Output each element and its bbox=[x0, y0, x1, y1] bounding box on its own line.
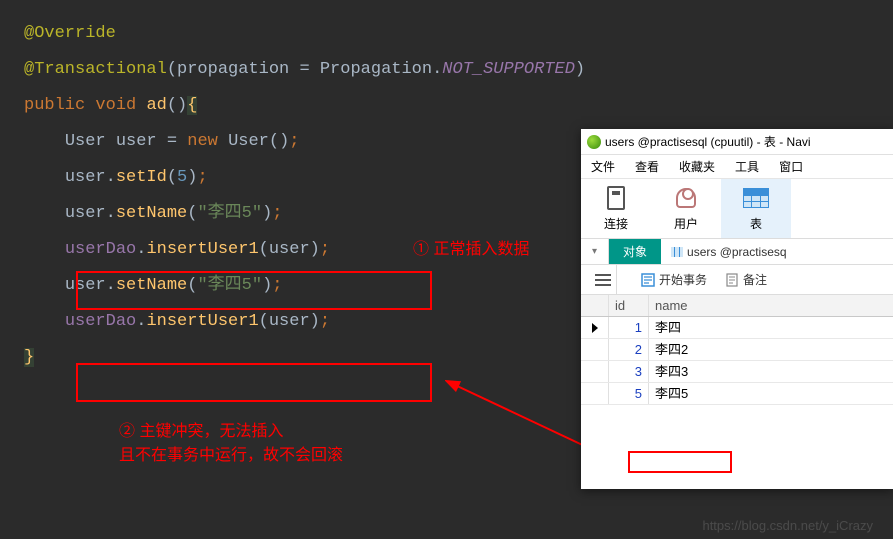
app-icon bbox=[587, 135, 601, 149]
watermark: https://blog.csdn.net/y_iCrazy bbox=[702, 518, 873, 533]
hamburger-button[interactable] bbox=[589, 265, 617, 294]
hamburger-icon bbox=[595, 274, 611, 286]
connection-icon bbox=[607, 186, 625, 210]
memo-button[interactable]: 备注 bbox=[725, 271, 767, 288]
table-row[interactable]: 2 李四2 bbox=[581, 339, 893, 361]
tab-objects[interactable]: 对象 bbox=[609, 239, 661, 264]
data-grid[interactable]: id name 1 李四 2 李四2 3 李四3 5 李四5 bbox=[581, 295, 893, 405]
tx-icon bbox=[641, 273, 655, 287]
navicat-window: users @practisesql (cpuutil) - 表 - Navi … bbox=[581, 129, 893, 489]
tabs-chevron[interactable]: ▾ bbox=[581, 239, 609, 264]
window-titlebar: users @practisesql (cpuutil) - 表 - Navi bbox=[581, 129, 893, 155]
col-id[interactable]: id bbox=[609, 295, 649, 316]
menu-bar: 文件 查看 收藏夹 工具 窗口 bbox=[581, 155, 893, 179]
current-row-marker-icon bbox=[592, 323, 598, 333]
grid-header: id name bbox=[581, 295, 893, 317]
toolbar-table-button[interactable]: 表 bbox=[721, 179, 791, 238]
window-title: users @practisesql (cpuutil) - 表 - Navi bbox=[605, 129, 811, 155]
table-row[interactable]: 3 李四3 bbox=[581, 361, 893, 383]
table-small-icon bbox=[671, 247, 683, 257]
annotation-note-1: ① 正常插入数据 bbox=[413, 235, 529, 259]
closing-brace: } bbox=[24, 348, 34, 367]
tab-users-table[interactable]: users @practisesq bbox=[661, 239, 797, 264]
toolbar-connection-button[interactable]: 连接 bbox=[581, 179, 651, 238]
user-icon bbox=[676, 188, 696, 208]
menu-tool[interactable]: 工具 bbox=[735, 155, 759, 178]
table-icon bbox=[743, 188, 769, 208]
annotation-override: @Override bbox=[24, 24, 116, 43]
sub-toolbar: 开始事务 备注 bbox=[581, 265, 893, 295]
main-toolbar: 连接 用户 表 bbox=[581, 179, 893, 239]
col-name[interactable]: name bbox=[649, 295, 893, 316]
menu-file[interactable]: 文件 bbox=[591, 155, 615, 178]
annotation-note-2: ② 主键冲突，无法插入 且不在事务中运行，故不会回滚 bbox=[119, 420, 343, 468]
annotation-transactional: @Transactional bbox=[24, 60, 167, 79]
menu-view[interactable]: 查看 bbox=[635, 155, 659, 178]
begin-tx-button[interactable]: 开始事务 bbox=[641, 271, 707, 288]
menu-window[interactable]: 窗口 bbox=[779, 155, 803, 178]
menu-fav[interactable]: 收藏夹 bbox=[679, 155, 715, 178]
table-row[interactable]: 1 李四 bbox=[581, 317, 893, 339]
tabs-row: ▾ 对象 users @practisesq bbox=[581, 239, 893, 265]
toolbar-user-button[interactable]: 用户 bbox=[651, 179, 721, 238]
table-row[interactable]: 5 李四5 bbox=[581, 383, 893, 405]
memo-icon bbox=[725, 273, 739, 287]
